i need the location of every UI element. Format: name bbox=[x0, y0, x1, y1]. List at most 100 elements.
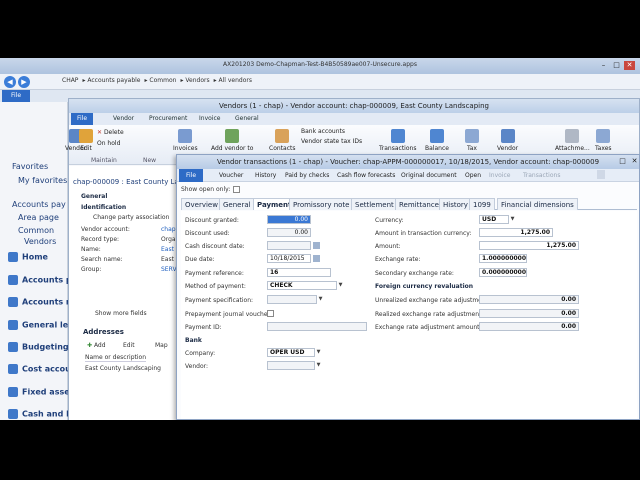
transactions-button[interactable]: Transactions bbox=[523, 172, 560, 179]
secondary-exchange-rate-field[interactable]: 0.000000000 bbox=[479, 268, 527, 277]
ribbon-tab-procurement[interactable]: Procurement bbox=[149, 115, 187, 122]
balance-button[interactable]: Balance bbox=[425, 129, 449, 152]
unrealized-field[interactable]: 0.00 bbox=[479, 295, 579, 304]
original-document-button[interactable]: Original document bbox=[401, 172, 457, 179]
nav-module[interactable]: Accounts p bbox=[8, 275, 72, 285]
nav-module[interactable]: Cash and ba bbox=[8, 409, 77, 419]
method-of-payment-select[interactable]: CHECK bbox=[267, 281, 337, 290]
vendor-button[interactable]: Vendor bbox=[497, 129, 518, 152]
tax-button[interactable]: Tax bbox=[465, 129, 479, 152]
nav-home[interactable]: Home bbox=[8, 252, 48, 262]
history-button[interactable]: History bbox=[255, 172, 276, 179]
taxes-button[interactable]: Taxes bbox=[595, 129, 612, 152]
edit-address-button[interactable]: Edit bbox=[123, 342, 135, 349]
prepayment-voucher-checkbox[interactable] bbox=[267, 310, 274, 317]
cash-discount-date-field[interactable] bbox=[267, 241, 311, 250]
realized-field[interactable]: 0.00 bbox=[479, 309, 579, 318]
ribbon-tab-invoice[interactable]: Invoice bbox=[199, 115, 220, 122]
edit-ribbon-button[interactable]: Edit bbox=[79, 129, 93, 152]
attachments-button[interactable]: Attachme... bbox=[555, 129, 590, 152]
breadcrumb-item[interactable]: Vendors bbox=[185, 77, 209, 84]
open-button[interactable]: Open bbox=[465, 172, 481, 179]
add-vendor-to-button[interactable]: Add vendor to bbox=[211, 129, 253, 152]
discount-granted-field[interactable]: 0.00 bbox=[267, 215, 311, 224]
tab-remittance[interactable]: Remittance bbox=[395, 198, 443, 210]
change-party-button[interactable]: Change party association bbox=[93, 214, 169, 221]
nav-module[interactable]: Budgeting bbox=[8, 342, 69, 352]
tab-financial-dimensions[interactable]: Financial dimensions bbox=[497, 198, 578, 210]
nav-common[interactable]: Common bbox=[18, 226, 54, 235]
forward-icon[interactable]: ▶ bbox=[18, 76, 30, 88]
show-more-fields-link[interactable]: Show more fields bbox=[95, 310, 147, 317]
on-hold-button[interactable]: On hold bbox=[97, 140, 120, 147]
addresses-section[interactable]: Addresses bbox=[83, 328, 124, 336]
chevron-down-icon[interactable]: ▼ bbox=[317, 295, 324, 304]
transactions-button[interactable]: Transactions bbox=[379, 129, 416, 152]
breadcrumb-item[interactable]: Accounts payable bbox=[87, 77, 140, 84]
address-row[interactable]: East County Landscaping bbox=[85, 365, 161, 372]
nav-module[interactable]: General led bbox=[8, 320, 74, 330]
paid-by-checks-button[interactable]: Paid by checks bbox=[285, 172, 329, 179]
amount-field[interactable]: 1,275.00 bbox=[479, 241, 579, 250]
close-icon[interactable]: ✕ bbox=[629, 157, 640, 166]
cash-flow-forecasts-button[interactable]: Cash flow forecasts bbox=[337, 172, 395, 179]
vendor-select[interactable] bbox=[267, 361, 315, 370]
close-icon[interactable]: ✕ bbox=[624, 61, 635, 70]
ribbon-tab-file[interactable]: File bbox=[71, 113, 94, 125]
nav-area-page[interactable]: Area page bbox=[18, 213, 59, 222]
breadcrumb-item[interactable]: Common bbox=[149, 77, 176, 84]
general-section[interactable]: General bbox=[81, 193, 107, 200]
help-icon[interactable] bbox=[597, 170, 605, 179]
calendar-icon[interactable] bbox=[313, 255, 320, 262]
voucher-button[interactable]: Voucher bbox=[219, 172, 243, 179]
nav-my-favorites[interactable]: My favorites bbox=[18, 176, 67, 185]
file-menu[interactable]: File bbox=[179, 169, 204, 182]
breadcrumb-item[interactable]: CHAP bbox=[62, 77, 78, 84]
field-value[interactable]: chap bbox=[161, 226, 176, 233]
vendor-state-tax-ids-button[interactable]: Vendor state tax IDs bbox=[301, 138, 362, 145]
amount-tc-field[interactable]: 1,275.00 bbox=[479, 228, 553, 237]
chevron-down-icon[interactable]: ▼ bbox=[315, 348, 322, 357]
discount-used-field[interactable]: 0.00 bbox=[267, 228, 311, 237]
tab-history[interactable]: History bbox=[439, 198, 472, 210]
payment-specification-select[interactable] bbox=[267, 295, 317, 304]
tab-general[interactable]: General bbox=[219, 198, 255, 210]
tab-settlement[interactable]: Settlement bbox=[351, 198, 398, 210]
payment-reference-field[interactable]: 16 bbox=[267, 268, 331, 277]
show-open-only-checkbox[interactable] bbox=[233, 186, 241, 193]
company-select[interactable]: OPER USD bbox=[267, 348, 315, 357]
payment-id-field[interactable] bbox=[267, 322, 367, 331]
invoice-button[interactable]: Invoice bbox=[489, 172, 510, 179]
tab-promissory-note[interactable]: Promissory note bbox=[289, 198, 354, 210]
add-address-button[interactable]: ✚ Add bbox=[87, 342, 106, 349]
map-button[interactable]: Map bbox=[155, 342, 168, 349]
ribbon-tab-general[interactable]: General bbox=[235, 115, 259, 122]
contacts-button[interactable]: Contacts bbox=[269, 129, 295, 152]
nav-module[interactable]: Accounts re bbox=[8, 297, 75, 307]
calendar-icon[interactable] bbox=[313, 242, 320, 249]
due-date-field[interactable]: 10/18/2015 bbox=[267, 254, 311, 263]
invoices-button[interactable]: Invoices bbox=[173, 129, 198, 152]
exchange-rate-field[interactable]: 1.000000000 bbox=[479, 254, 527, 263]
minimize-icon[interactable]: – bbox=[598, 61, 609, 70]
chevron-down-icon[interactable]: ▼ bbox=[509, 215, 516, 224]
tab-overview[interactable]: Overview bbox=[181, 198, 222, 210]
chevron-down-icon[interactable]: ▼ bbox=[315, 361, 322, 370]
file-menu[interactable]: File bbox=[2, 90, 30, 102]
breadcrumb-item[interactable]: All vendors bbox=[219, 77, 252, 84]
currency-select[interactable]: USD bbox=[479, 215, 509, 224]
bank-accounts-button[interactable]: Bank accounts bbox=[301, 128, 345, 135]
tab-1099[interactable]: 1099 bbox=[469, 198, 495, 210]
back-icon[interactable]: ◀ bbox=[4, 76, 16, 88]
nav-module[interactable]: Fixed asset bbox=[8, 387, 73, 397]
maximize-icon[interactable]: □ bbox=[611, 61, 622, 70]
delete-button[interactable]: ✕ Delete bbox=[97, 129, 124, 136]
nav-favorites[interactable]: Favorites bbox=[12, 162, 48, 171]
adjustment-amount-field[interactable]: 0.00 bbox=[479, 322, 579, 331]
ribbon-tab-vendor[interactable]: Vendor bbox=[113, 115, 134, 122]
maximize-icon[interactable]: □ bbox=[617, 157, 628, 166]
nav-vendors[interactable]: Vendors bbox=[24, 237, 56, 246]
chevron-down-icon[interactable]: ▼ bbox=[337, 281, 344, 290]
nav-module[interactable]: Cost accoun bbox=[8, 364, 77, 374]
nav-accounts-payable[interactable]: Accounts pay bbox=[12, 200, 66, 209]
